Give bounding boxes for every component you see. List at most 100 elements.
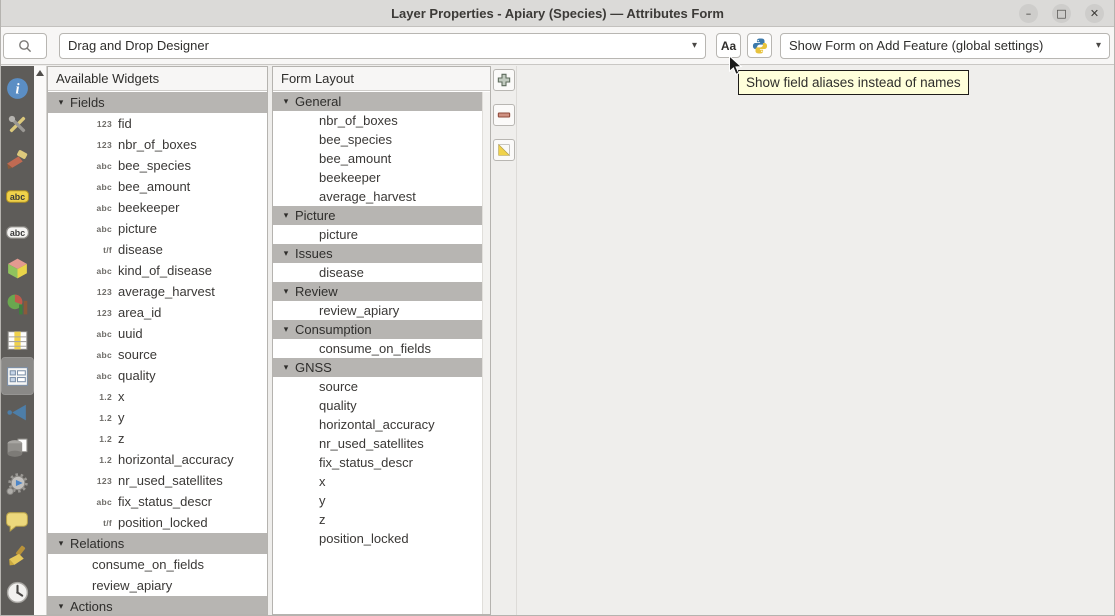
sidebar-tab-display[interactable] xyxy=(2,502,33,538)
add-container-button[interactable] xyxy=(493,69,515,91)
widget-item-uuid[interactable]: abcuuid xyxy=(48,323,267,344)
form-layout-scrollbar[interactable] xyxy=(482,92,490,614)
group-row-general[interactable]: ▾General xyxy=(273,92,482,111)
remove-item-button[interactable] xyxy=(493,104,515,126)
expand-collapse-icon[interactable]: ▾ xyxy=(279,96,293,107)
close-button[interactable]: ✕ xyxy=(1085,4,1104,23)
widget-item-review-apiary[interactable]: review_apiary xyxy=(48,575,267,596)
information-icon: i xyxy=(5,76,30,101)
layout-item-consume-on-fields[interactable]: consume_on_fields xyxy=(273,339,482,358)
widget-item-area-id[interactable]: 123area_id xyxy=(48,302,267,323)
scroll-up-icon[interactable] xyxy=(36,70,44,76)
sidebar-tab-masks[interactable]: abc xyxy=(2,214,33,250)
item-label: fix_status_descr xyxy=(118,494,212,509)
item-label: bee_amount xyxy=(118,179,190,194)
sidebar-tab-rendering[interactable] xyxy=(2,538,33,574)
widget-item-position-locked[interactable]: t/fposition_locked xyxy=(48,512,267,533)
widget-item-z[interactable]: 1.2z xyxy=(48,428,267,449)
widget-item-beekeeper[interactable]: abcbeekeeper xyxy=(48,197,267,218)
layout-item-horizontal-accuracy[interactable]: horizontal_accuracy xyxy=(273,415,482,434)
group-row-issues[interactable]: ▾Issues xyxy=(273,244,482,263)
group-row-consumption[interactable]: ▾Consumption xyxy=(273,320,482,339)
sidebar-tab-source[interactable] xyxy=(2,106,33,142)
expand-collapse-icon[interactable]: ▾ xyxy=(54,538,68,549)
layout-item-quality[interactable]: quality xyxy=(273,396,482,415)
sidebar-tab-attributes-form[interactable] xyxy=(2,358,33,394)
widget-item-bee-amount[interactable]: abcbee_amount xyxy=(48,176,267,197)
sidebar-tab-auxiliary-storage[interactable] xyxy=(2,430,33,466)
sidebar-tab-information[interactable]: i xyxy=(2,70,33,106)
source-icon xyxy=(5,112,30,137)
layout-item-disease[interactable]: disease xyxy=(273,263,482,282)
widget-item-fix-status-descr[interactable]: abcfix_status_descr xyxy=(48,491,267,512)
expand-collapse-icon[interactable]: ▾ xyxy=(279,362,293,373)
maximize-button[interactable]: □ xyxy=(1052,4,1071,23)
item-label: z xyxy=(118,431,125,446)
group-label: Actions xyxy=(68,599,113,614)
chevron-down-icon: ▾ xyxy=(1096,40,1101,51)
widget-item-average-harvest[interactable]: 123average_harvest xyxy=(48,281,267,302)
group-row-actions[interactable]: ▾Actions xyxy=(48,596,267,614)
expand-collapse-icon[interactable]: ▾ xyxy=(279,210,293,221)
style-container-button[interactable] xyxy=(493,139,515,161)
titlebar[interactable]: Layer Properties - Apiary (Species) — At… xyxy=(1,0,1114,27)
show-form-on-add-select[interactable]: Show Form on Add Feature (global setting… xyxy=(780,33,1110,59)
sidebar-scrollbar[interactable] xyxy=(34,66,47,615)
group-row-picture[interactable]: ▾Picture xyxy=(273,206,482,225)
layout-item-nr-used-satellites[interactable]: nr_used_satellites xyxy=(273,434,482,453)
layout-item-bee-amount[interactable]: bee_amount xyxy=(273,149,482,168)
layout-item-fix-status-descr[interactable]: fix_status_descr xyxy=(273,453,482,472)
layout-item-beekeeper[interactable]: beekeeper xyxy=(273,168,482,187)
layout-item-y[interactable]: y xyxy=(273,491,482,510)
expand-collapse-icon[interactable]: ▾ xyxy=(54,601,68,612)
sidebar-tab-diagrams[interactable] xyxy=(2,286,33,322)
widget-item-y[interactable]: 1.2y xyxy=(48,407,267,428)
show-aliases-toggle-button[interactable]: Aa xyxy=(716,33,741,58)
search-input[interactable] xyxy=(3,33,47,59)
item-label: beekeeper xyxy=(319,170,380,185)
layout-item-source[interactable]: source xyxy=(273,377,482,396)
sidebar-tab-fields[interactable] xyxy=(2,322,33,358)
layout-item-review-apiary[interactable]: review_apiary xyxy=(273,301,482,320)
expand-collapse-icon[interactable]: ▾ xyxy=(279,286,293,297)
widget-item-disease[interactable]: t/fdisease xyxy=(48,239,267,260)
group-row-relations[interactable]: ▾Relations xyxy=(48,533,267,554)
layout-item-picture[interactable]: picture xyxy=(273,225,482,244)
minus-icon xyxy=(496,107,512,123)
python-init-code-button[interactable] xyxy=(747,33,772,58)
layout-item-bee-species[interactable]: bee_species xyxy=(273,130,482,149)
layout-item-nbr-of-boxes[interactable]: nbr_of_boxes xyxy=(273,111,482,130)
expand-collapse-icon[interactable]: ▾ xyxy=(279,324,293,335)
editor-layout-select[interactable]: Drag and Drop Designer ▾ xyxy=(59,33,706,59)
sidebar-tab-joins[interactable] xyxy=(2,394,33,430)
widget-item-source[interactable]: abcsource xyxy=(48,344,267,365)
item-label: horizontal_accuracy xyxy=(319,417,435,432)
widget-item-x[interactable]: 1.2x xyxy=(48,386,267,407)
sidebar-tab-variables[interactable] xyxy=(2,610,33,615)
widget-item-horizontal-accuracy[interactable]: 1.2horizontal_accuracy xyxy=(48,449,267,470)
widget-item-consume-on-fields[interactable]: consume_on_fields xyxy=(48,554,267,575)
group-row-gnss[interactable]: ▾GNSS xyxy=(273,358,482,377)
widget-item-nbr-of-boxes[interactable]: 123nbr_of_boxes xyxy=(48,134,267,155)
widget-item-picture[interactable]: abcpicture xyxy=(48,218,267,239)
layout-item-average-harvest[interactable]: average_harvest xyxy=(273,187,482,206)
layout-item-position-locked[interactable]: position_locked xyxy=(273,529,482,548)
widget-item-kind-of-disease[interactable]: abckind_of_disease xyxy=(48,260,267,281)
layout-item-x[interactable]: x xyxy=(273,472,482,491)
sidebar-tab-labels[interactable]: abc xyxy=(2,178,33,214)
group-row-fields[interactable]: ▾Fields xyxy=(48,92,267,113)
widget-item-fid[interactable]: 123fid xyxy=(48,113,267,134)
widget-item-nr-used-satellites[interactable]: 123nr_used_satellites xyxy=(48,470,267,491)
sidebar-tab-symbology[interactable] xyxy=(2,142,33,178)
layout-item-z[interactable]: z xyxy=(273,510,482,529)
expand-collapse-icon[interactable]: ▾ xyxy=(54,97,68,108)
sidebar-tab-3d-view[interactable] xyxy=(2,250,33,286)
widget-item-quality[interactable]: abcquality xyxy=(48,365,267,386)
group-row-review[interactable]: ▾Review xyxy=(273,282,482,301)
widget-item-bee-species[interactable]: abcbee_species xyxy=(48,155,267,176)
sidebar-tab-temporal[interactable] xyxy=(2,574,33,610)
sidebar-tab-actions[interactable] xyxy=(2,466,33,502)
diagonal-fill-icon xyxy=(496,142,512,158)
minimize-button[interactable]: – xyxy=(1019,4,1038,23)
expand-collapse-icon[interactable]: ▾ xyxy=(279,248,293,259)
